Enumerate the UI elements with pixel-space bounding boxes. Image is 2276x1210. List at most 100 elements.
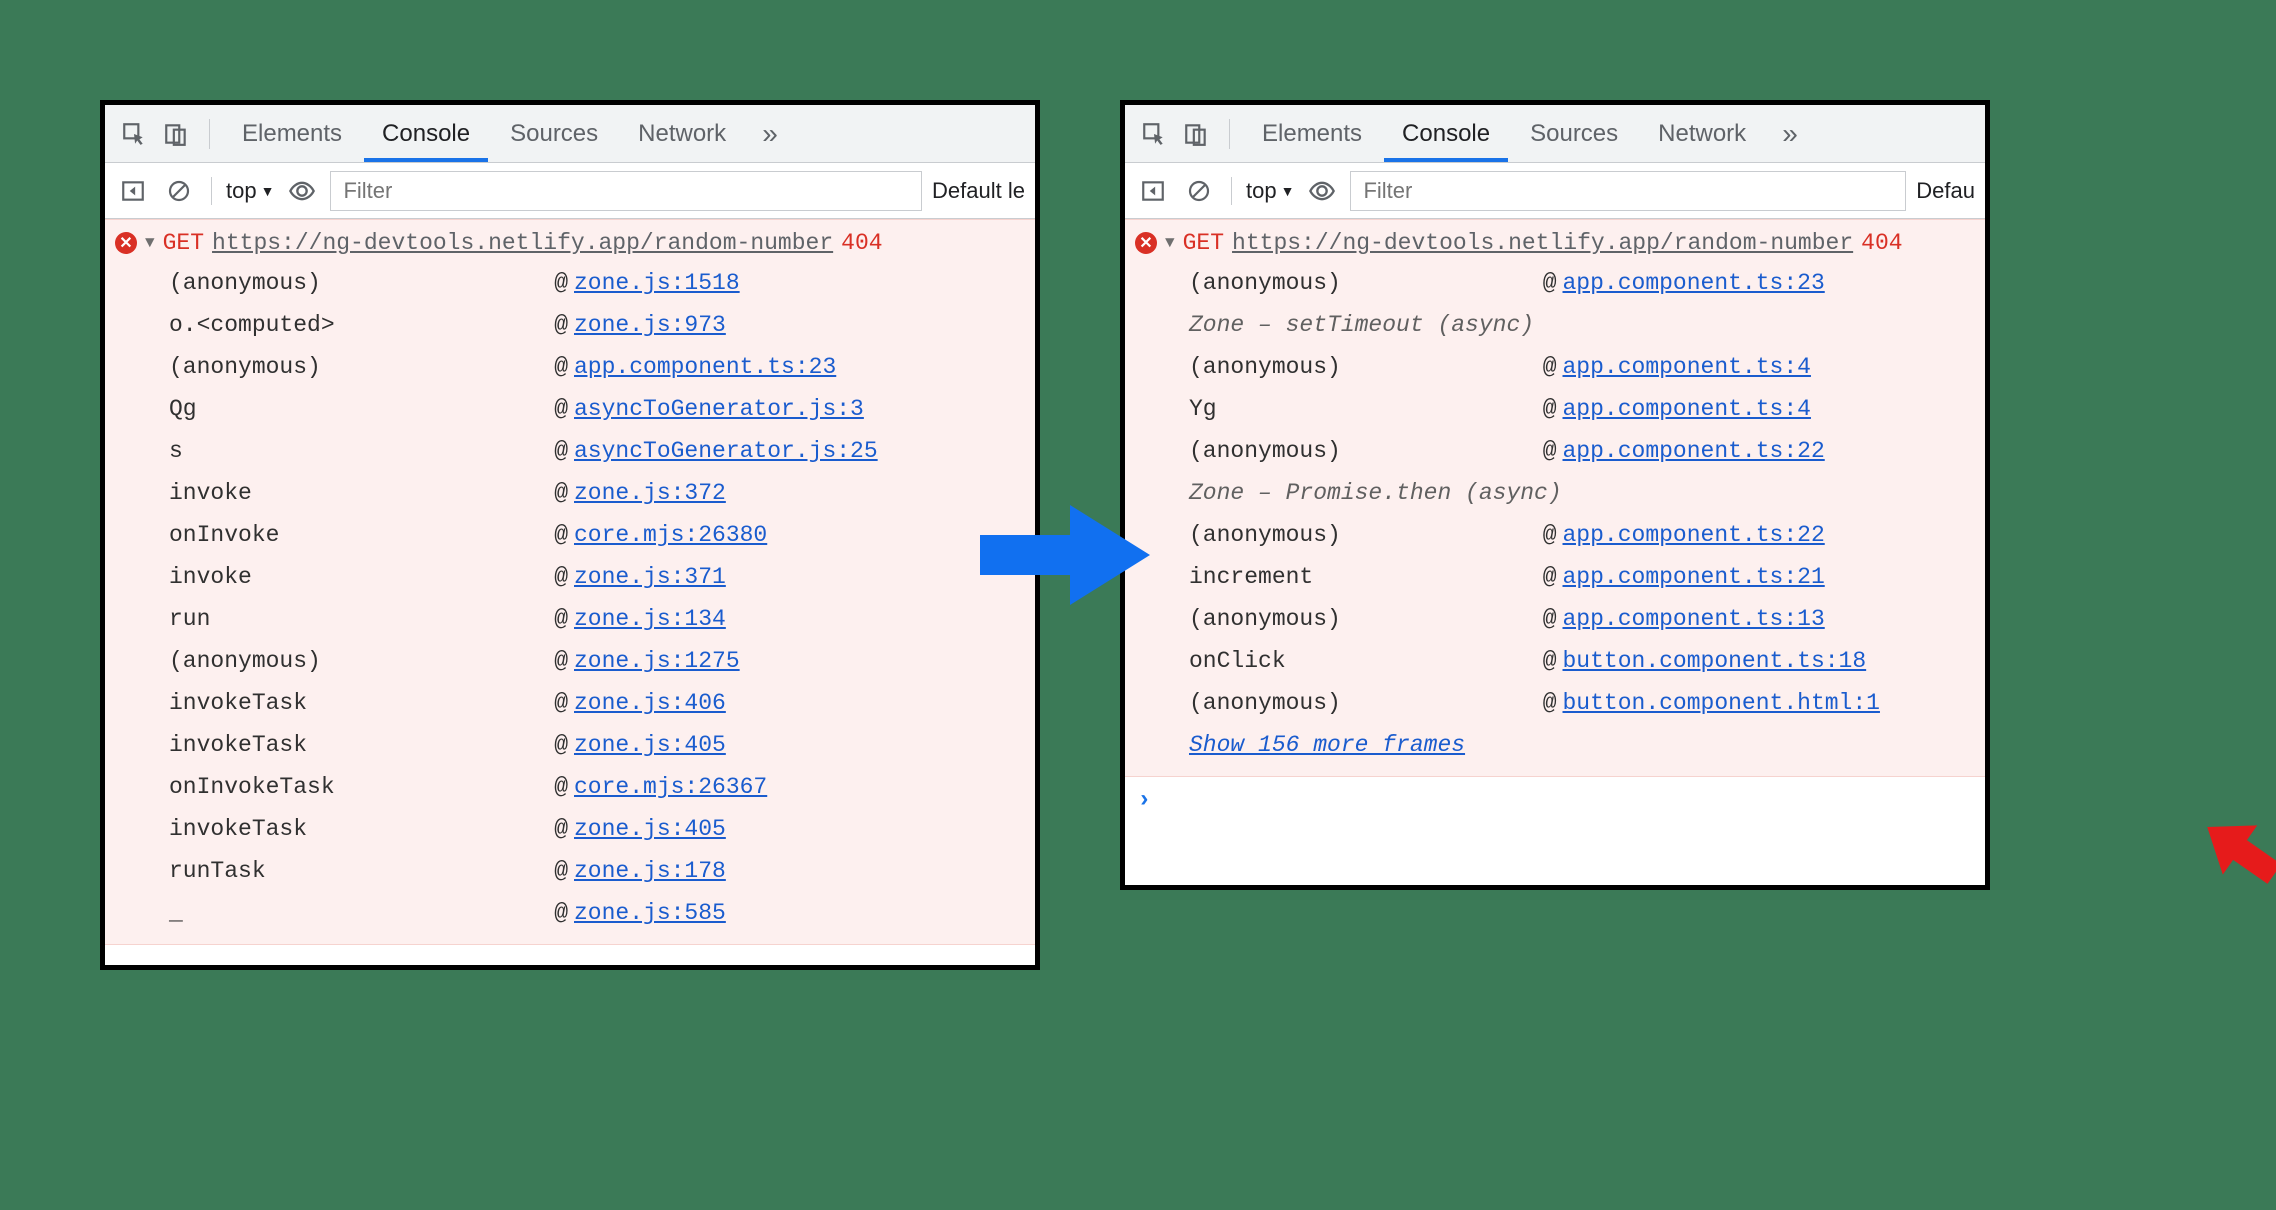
context-selector[interactable]: top▼ [1246, 178, 1294, 204]
filter-input[interactable] [330, 171, 922, 211]
stack-frame: (anonymous)@app.component.ts:23 [169, 346, 1025, 388]
tab-network[interactable]: Network [620, 105, 744, 162]
frame-function: invokeTask [169, 724, 554, 766]
stack-frame: invokeTask@zone.js:405 [169, 724, 1025, 766]
tab-sources[interactable]: Sources [1512, 105, 1636, 162]
frame-function: (anonymous) [169, 640, 554, 682]
tabbar: Elements Console Sources Network » [1125, 105, 1985, 163]
inspect-icon[interactable] [115, 115, 153, 153]
inspect-icon[interactable] [1135, 115, 1173, 153]
http-method: GET [1183, 230, 1224, 256]
stack-frame: o.<computed>@zone.js:973 [169, 304, 1025, 346]
stack-frame: runTask@zone.js:178 [169, 850, 1025, 892]
tab-elements[interactable]: Elements [1244, 105, 1380, 162]
frame-source-link[interactable]: asyncToGenerator.js:3 [574, 388, 864, 430]
console-sidebar-toggle-icon[interactable] [115, 173, 151, 209]
separator [209, 119, 210, 149]
tab-sources[interactable]: Sources [492, 105, 616, 162]
frame-at: @ [554, 892, 574, 934]
frame-function: onInvokeTask [169, 766, 554, 808]
frame-source-link[interactable]: app.component.ts:22 [1563, 514, 1825, 556]
frame-function: Qg [169, 388, 554, 430]
tab-network[interactable]: Network [1640, 105, 1764, 162]
collapse-icon[interactable]: ▼ [1165, 234, 1175, 252]
frame-function: (anonymous) [169, 346, 554, 388]
error-url[interactable]: https://ng-devtools.netlify.app/random-n… [212, 230, 833, 256]
frame-source-link[interactable]: app.component.ts:13 [1563, 598, 1825, 640]
frame-source-link[interactable]: zone.js:372 [574, 472, 726, 514]
frame-function: (anonymous) [1189, 346, 1543, 388]
frame-function: _ [169, 892, 554, 934]
frame-source-link[interactable]: zone.js:585 [574, 892, 726, 934]
console-output: ✕ ▼ GET https://ng-devtools.netlify.app/… [1125, 219, 1985, 823]
frame-source-link[interactable]: app.component.ts:23 [1563, 262, 1825, 304]
context-selector[interactable]: top▼ [226, 178, 274, 204]
separator [211, 177, 212, 205]
frame-source-link[interactable]: zone.js:405 [574, 724, 726, 766]
frame-source-link[interactable]: app.component.ts:4 [1563, 388, 1811, 430]
stack-frame: Qg@asyncToGenerator.js:3 [169, 388, 1025, 430]
tab-console[interactable]: Console [1384, 105, 1508, 162]
clear-console-icon[interactable] [1181, 173, 1217, 209]
frame-function: invoke [169, 556, 554, 598]
stack-frame: (anonymous)@app.component.ts:22 [1189, 430, 1975, 472]
frame-source-link[interactable]: zone.js:1518 [574, 262, 740, 304]
console-sidebar-toggle-icon[interactable] [1135, 173, 1171, 209]
frame-source-link[interactable]: asyncToGenerator.js:25 [574, 430, 878, 472]
stack-frame: s@asyncToGenerator.js:25 [169, 430, 1025, 472]
frame-source-link[interactable]: app.component.ts:22 [1563, 430, 1825, 472]
log-level-selector[interactable]: Default le [932, 178, 1025, 204]
show-more-frames-link[interactable]: Show 156 more frames [1189, 724, 1975, 766]
stack-frame: onInvoke@core.mjs:26380 [169, 514, 1025, 556]
collapse-icon[interactable]: ▼ [145, 234, 155, 252]
stack-frame: (anonymous)@button.component.html:1 [1189, 682, 1975, 724]
live-expression-icon[interactable] [1304, 173, 1340, 209]
separator [1231, 177, 1232, 205]
stack-frame: invokeTask@zone.js:406 [169, 682, 1025, 724]
frame-source-link[interactable]: zone.js:371 [574, 556, 726, 598]
frame-source-link[interactable]: app.component.ts:4 [1563, 346, 1811, 388]
device-toggle-icon[interactable] [157, 115, 195, 153]
frame-source-link[interactable]: button.component.ts:18 [1563, 640, 1867, 682]
frame-at: @ [554, 304, 574, 346]
console-prompt[interactable]: › [1125, 777, 1985, 823]
frame-source-link[interactable]: zone.js:973 [574, 304, 726, 346]
frame-function: (anonymous) [169, 262, 554, 304]
error-message: ✕ ▼ GET https://ng-devtools.netlify.app/… [105, 219, 1035, 945]
stack-frame: Yg@app.component.ts:4 [1189, 388, 1975, 430]
frame-source-link[interactable]: zone.js:1275 [574, 640, 740, 682]
frame-at: @ [554, 808, 574, 850]
frame-source-link[interactable]: button.component.html:1 [1563, 682, 1880, 724]
frame-at: @ [554, 682, 574, 724]
tab-elements[interactable]: Elements [224, 105, 360, 162]
more-tabs-icon[interactable]: » [1768, 118, 1798, 150]
frame-at: @ [554, 346, 574, 388]
filter-input[interactable] [1350, 171, 1906, 211]
error-header[interactable]: ✕ ▼ GET https://ng-devtools.netlify.app/… [1135, 224, 1975, 262]
frame-source-link[interactable]: zone.js:134 [574, 598, 726, 640]
separator [1229, 119, 1230, 149]
frame-source-link[interactable]: zone.js:406 [574, 682, 726, 724]
clear-console-icon[interactable] [161, 173, 197, 209]
error-url[interactable]: https://ng-devtools.netlify.app/random-n… [1232, 230, 1853, 256]
frame-source-link[interactable]: zone.js:178 [574, 850, 726, 892]
frame-function: onInvoke [169, 514, 554, 556]
error-header[interactable]: ✕ ▼ GET https://ng-devtools.netlify.app/… [115, 224, 1025, 262]
frame-source-link[interactable]: core.mjs:26380 [574, 514, 767, 556]
stack-frame: onInvokeTask@core.mjs:26367 [169, 766, 1025, 808]
frame-source-link[interactable]: zone.js:405 [574, 808, 726, 850]
frame-function: Yg [1189, 388, 1543, 430]
frame-source-link[interactable]: app.component.ts:21 [1563, 556, 1825, 598]
tab-console[interactable]: Console [364, 105, 488, 162]
frame-at: @ [554, 556, 574, 598]
log-level-selector[interactable]: Defau [1916, 178, 1975, 204]
frame-at: @ [1543, 556, 1563, 598]
more-tabs-icon[interactable]: » [748, 118, 778, 150]
frame-at: @ [554, 850, 574, 892]
device-toggle-icon[interactable] [1177, 115, 1215, 153]
live-expression-icon[interactable] [284, 173, 320, 209]
frame-source-link[interactable]: core.mjs:26367 [574, 766, 767, 808]
devtools-panel-right: Elements Console Sources Network » top▼ … [1120, 100, 1990, 890]
tabbar: Elements Console Sources Network » [105, 105, 1035, 163]
frame-source-link[interactable]: app.component.ts:23 [574, 346, 836, 388]
